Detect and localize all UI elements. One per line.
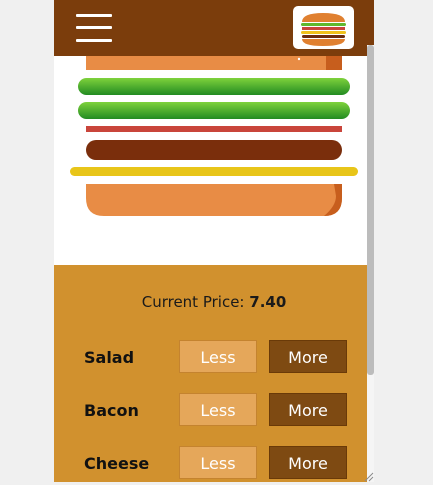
more-cheese-button[interactable]: More: [269, 446, 347, 479]
less-bacon-button[interactable]: Less: [179, 393, 257, 426]
build-controls: Current Price: 7.40 Salad Less More Baco…: [54, 265, 368, 482]
less-cheese-button[interactable]: Less: [179, 446, 257, 479]
ingredient-label: Salad: [84, 348, 135, 367]
more-salad-button[interactable]: More: [269, 340, 347, 373]
scrollbar[interactable]: [367, 45, 374, 482]
ingredient-label: Bacon: [84, 401, 139, 420]
bread-bottom: [86, 184, 342, 216]
current-price: Current Price: 7.40: [54, 293, 374, 311]
ingredient-label: Cheese: [84, 454, 150, 473]
ingredient-row-salad: Salad Less More: [54, 340, 368, 374]
resize-grip-icon[interactable]: [362, 470, 374, 482]
bread-top: [86, 56, 342, 70]
salad-layer: [78, 102, 350, 119]
less-salad-button[interactable]: Less: [179, 340, 257, 373]
cheese-layer: [70, 167, 358, 176]
hamburger-menu-icon[interactable]: [76, 14, 112, 42]
burger-builder-app: Current Price: 7.40 Salad Less More Baco…: [54, 0, 374, 482]
more-bacon-button[interactable]: More: [269, 393, 347, 426]
price-label: Current Price:: [141, 293, 245, 311]
burger-preview: [54, 56, 368, 265]
ingredient-row-bacon: Bacon Less More: [54, 393, 368, 427]
ingredient-row-cheese: Cheese Less More: [54, 446, 368, 480]
toolbar: [54, 0, 374, 56]
price-value: 7.40: [249, 293, 287, 311]
burger-logo-icon[interactable]: [293, 6, 354, 49]
burger-illustration: [70, 56, 358, 216]
bacon-layer: [86, 126, 342, 132]
scrollbar-thumb[interactable]: [367, 45, 374, 375]
salad-layer: [78, 78, 350, 95]
meat-layer: [86, 140, 342, 160]
